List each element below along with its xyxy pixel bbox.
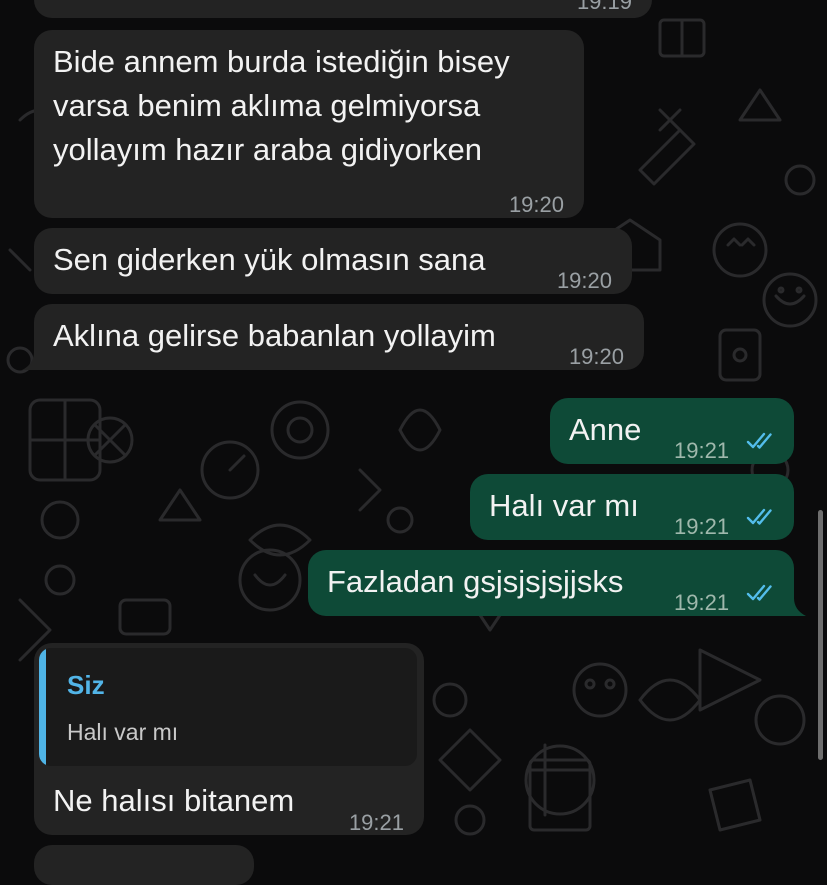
message-bubble-outgoing[interactable]: Fazladan gsjsjsjsjjsks 19:21 [308, 550, 794, 616]
message-text: Aklına gelirse babanlan yollayim [53, 318, 496, 353]
message-text: Fazladan gsjsjsjsjjsks [327, 564, 624, 599]
message-bubble-incoming[interactable]: Bide annem burda istediğin bisey varsa b… [34, 30, 584, 218]
message-text: Bide annem burda istediğin bisey varsa b… [53, 44, 510, 167]
message-bubble-incoming[interactable]: Aklına gelirse babanlan yollayim 19:20 [34, 304, 644, 370]
message-time: 19:19 [576, 0, 632, 14]
quote-accent-bar [39, 648, 46, 766]
message-text: Halı var mı [489, 488, 639, 523]
message-time: 19:21 [674, 514, 730, 539]
reply-quote[interactable]: Siz Halı var mı [39, 648, 417, 766]
message-bubble-incoming-reply[interactable]: Siz Halı var mı Ne halısı bitanem 19:21 [34, 643, 424, 835]
message-text: Anne [569, 412, 642, 447]
message-bubble-outgoing[interactable]: Halı var mı 19:21 [470, 474, 794, 540]
message-time: 19:20 [556, 268, 612, 293]
message-bubble-incoming[interactable]: Sen giderken yük olmasın sana 19:20 [34, 228, 632, 294]
double-check-icon [746, 508, 772, 525]
bubble-tail-outgoing [786, 598, 806, 616]
message-text: Sen giderken yük olmasın sana [53, 242, 486, 277]
message-text: Ne halısı bitanem [53, 783, 295, 818]
message-bubble-incoming-partial[interactable]: 19:19 [34, 0, 652, 18]
message-bubble-incoming-partial[interactable] [34, 845, 254, 885]
double-check-icon [746, 432, 772, 449]
quote-sender: Siz [67, 670, 105, 700]
message-time: 19:21 [348, 810, 404, 835]
message-time: 19:20 [508, 192, 564, 217]
message-time: 19:20 [568, 344, 624, 369]
scrollbar[interactable] [818, 510, 823, 760]
message-time: 19:21 [674, 590, 730, 615]
message-time: 19:21 [674, 438, 730, 463]
double-check-icon [746, 584, 772, 601]
quote-text: Halı var mı [67, 719, 179, 745]
message-bubble-outgoing[interactable]: Anne 19:21 [550, 398, 794, 464]
bubble-tail-incoming [22, 352, 42, 370]
